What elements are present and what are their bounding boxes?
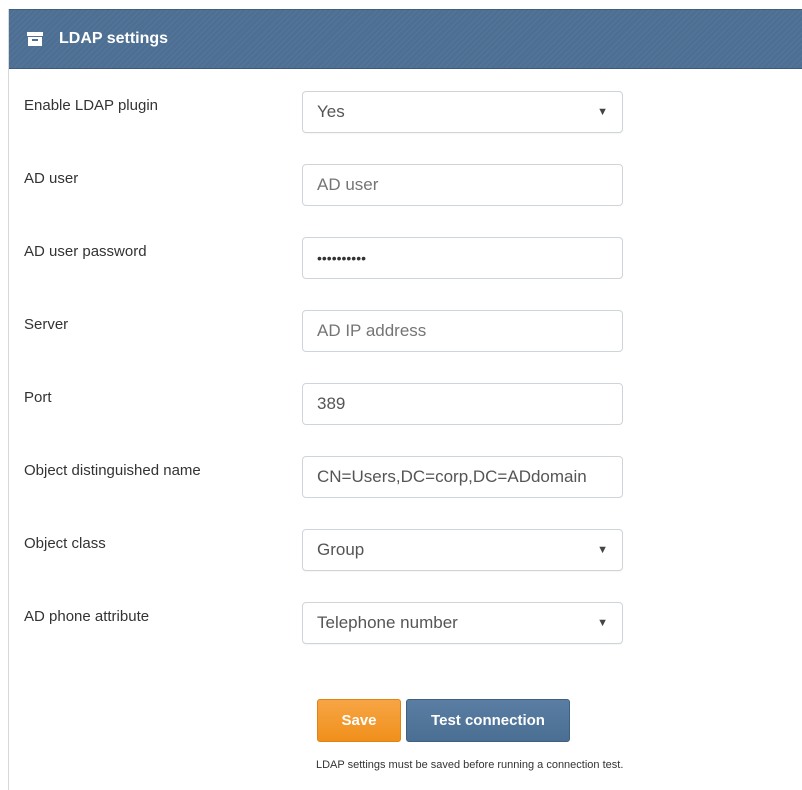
- save-button[interactable]: Save: [317, 699, 401, 742]
- test-connection-button[interactable]: Test connection: [406, 699, 570, 742]
- ad-user-password-label: AD user password: [24, 243, 147, 260]
- caret-down-icon: ▼: [597, 106, 608, 118]
- enable-plugin-label: Enable LDAP plugin: [24, 97, 158, 114]
- server-row: Server: [0, 310, 794, 352]
- object-dn-value: CN=Users,DC=corp,DC=ADdomain: [317, 467, 587, 486]
- object-class-select[interactable]: Group ▼: [302, 529, 623, 571]
- object-class-label: Object class: [24, 535, 106, 552]
- server-label: Server: [24, 316, 69, 333]
- panel-title: LDAP settings: [59, 30, 169, 47]
- ad-user-row: AD user: [0, 164, 794, 206]
- object-dn-input[interactable]: CN=Users,DC=corp,DC=ADdomain: [302, 456, 623, 498]
- save-before-test-note: LDAP settings must be saved before runni…: [316, 759, 624, 771]
- phone-attribute-label: AD phone attribute: [24, 608, 150, 625]
- enable-plugin-value: Yes: [317, 102, 345, 121]
- object-dn-row: Object distinguished name CN=Users,DC=co…: [0, 456, 794, 498]
- server-input[interactable]: [317, 321, 608, 341]
- port-row: Port 389: [0, 383, 794, 425]
- ad-user-field-wrapper: [302, 164, 623, 206]
- archive-box-icon: [27, 31, 43, 47]
- object-class-row: Object class Group ▼: [0, 529, 794, 571]
- caret-down-icon: ▼: [597, 617, 608, 629]
- object-dn-label: Object distinguished name: [24, 462, 201, 479]
- server-field-wrapper: [302, 310, 623, 352]
- phone-attribute-row: AD phone attribute Telephone number ▼: [0, 602, 794, 644]
- phone-attribute-value: Telephone number: [317, 613, 458, 632]
- panel-header: LDAP settings: [9, 9, 802, 69]
- object-class-value: Group: [317, 540, 365, 559]
- caret-down-icon: ▼: [597, 544, 608, 556]
- port-label: Port: [24, 389, 52, 406]
- enable-plugin-row: Enable LDAP plugin Yes ▼: [0, 91, 794, 133]
- phone-attribute-select[interactable]: Telephone number ▼: [302, 602, 623, 644]
- ad-user-label: AD user: [24, 170, 79, 187]
- port-input[interactable]: 389: [302, 383, 623, 425]
- password-masked-value: ••••••••••: [317, 250, 367, 266]
- ad-user-input[interactable]: [317, 175, 608, 195]
- ad-user-password-input[interactable]: ••••••••••: [302, 237, 623, 279]
- port-value: 389: [317, 394, 346, 413]
- enable-plugin-select[interactable]: Yes ▼: [302, 91, 623, 133]
- ad-user-password-row: AD user password ••••••••••: [0, 237, 794, 279]
